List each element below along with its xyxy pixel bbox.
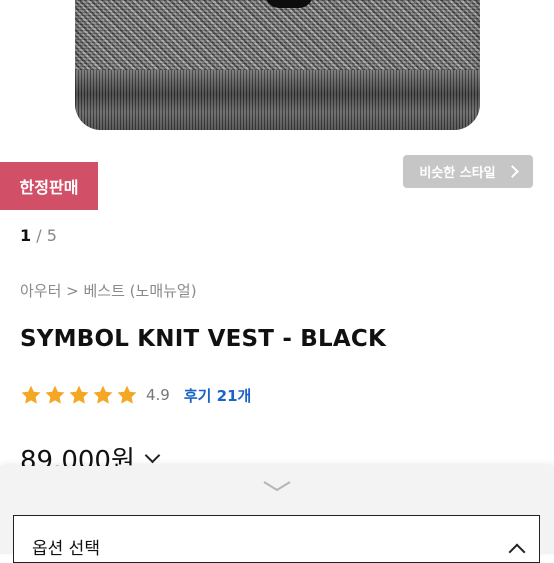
star-icon <box>21 385 41 404</box>
vest-symbol-graphic <box>265 0 313 8</box>
chevron-up-icon <box>508 543 526 561</box>
star-icon <box>93 385 113 404</box>
star-icon <box>117 385 137 404</box>
product-title: SYMBOL KNIT VEST - BLACK <box>20 326 386 352</box>
breadcrumb[interactable]: 아우터 > 베스트 (노매뉴얼) <box>20 280 197 301</box>
option-select-label: 옵션 선택 <box>32 539 100 559</box>
star-icon <box>45 385 65 404</box>
reviews-link[interactable]: 후기 21개 <box>184 385 252 406</box>
pager-separator: / <box>31 226 47 245</box>
star-icon <box>69 385 89 404</box>
chevron-right-icon <box>505 165 519 178</box>
similar-style-button[interactable]: 비슷한 스타일 <box>403 155 533 188</box>
limited-sale-badge: 한정판매 <box>0 162 98 210</box>
product-image[interactable] <box>0 0 554 140</box>
knit-vest-photo <box>75 0 480 130</box>
vest-ribbed-hem <box>75 70 480 130</box>
option-select[interactable]: 옵션 선택 <box>13 515 540 563</box>
chevron-down-icon[interactable] <box>144 447 161 464</box>
rating-value: 4.9 <box>146 386 170 404</box>
pager-total: 5 <box>46 226 57 245</box>
pager-current: 1 <box>20 226 32 245</box>
rating-row: 4.9 후기 21개 <box>20 383 251 407</box>
chevron-down-icon[interactable] <box>262 480 292 492</box>
similar-style-label: 비슷한 스타일 <box>419 166 496 181</box>
image-pager: 1 / 5 <box>20 226 57 245</box>
star-rating <box>20 384 140 406</box>
